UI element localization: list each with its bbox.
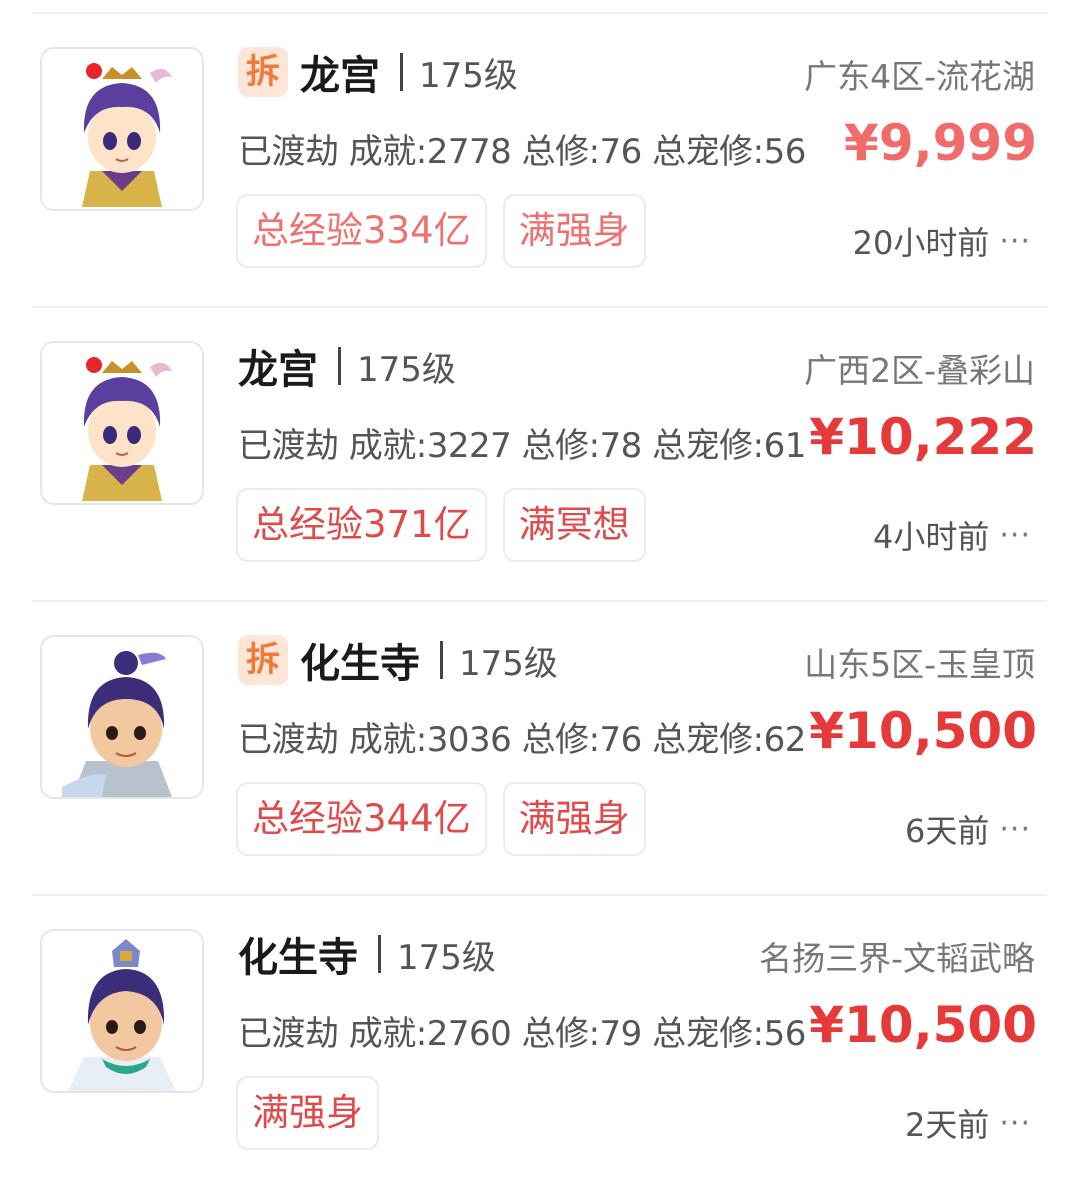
time-row: 4小时前 ···: [873, 512, 1031, 558]
listing-card[interactable]: 龙宫 175级 广西2区-叠彩山 已渡劫 成就:3227 总修:78 总宠修:6…: [0, 294, 1079, 564]
title-row: 龙宫 175级: [238, 336, 456, 396]
price: ¥10,222: [809, 408, 1037, 466]
stats-text: 已渡劫 成就:2778 总修:76 总宠修:56: [238, 132, 806, 172]
character-avatar[interactable]: [40, 341, 204, 505]
school-name: 化生寺: [300, 641, 420, 687]
time-text: 6天前: [905, 812, 990, 850]
character-avatar[interactable]: [40, 929, 204, 1093]
more-icon[interactable]: ···: [999, 518, 1031, 553]
tag: 满强身: [236, 1076, 379, 1150]
time-row: 2天前 ···: [905, 1100, 1031, 1146]
listing-card[interactable]: 化生寺 175级 名扬三界-文韬武略 已渡劫 成就:2760 总修:79 总宠修…: [0, 882, 1079, 1152]
huashengsi-avatar-icon: [42, 931, 202, 1091]
tag: 总经验344亿: [236, 782, 487, 856]
title-separator: [378, 935, 381, 973]
listing-card[interactable]: 拆 龙宫 175级 广东4区-流花湖 已渡劫 成就:2778 总修:76 总宠修…: [0, 0, 1079, 270]
title-row: 拆 龙宫 175级: [238, 42, 518, 102]
level-text: 175级: [459, 643, 558, 684]
time-row: 6天前 ···: [905, 806, 1031, 852]
tag-list: 总经验334亿 满强身: [236, 194, 662, 268]
price: ¥9,999: [844, 114, 1037, 172]
character-avatar[interactable]: [40, 47, 204, 211]
tag: 总经验371亿: [236, 488, 487, 562]
server-name: 山东5区-玉皇顶: [804, 645, 1035, 684]
stats-text: 已渡劫 成就:3036 总修:76 总宠修:62: [238, 720, 806, 760]
tag: 满强身: [502, 194, 646, 268]
time-text: 4小时前: [873, 518, 990, 556]
character-avatar[interactable]: [40, 635, 204, 799]
more-icon[interactable]: ···: [999, 812, 1031, 847]
longgong-avatar-icon: [42, 49, 202, 209]
tag: 总经验334亿: [236, 194, 487, 268]
school-name: 龙宫: [300, 53, 380, 99]
tag-list: 满强身: [236, 1076, 395, 1150]
school-name: 化生寺: [238, 935, 358, 981]
title-row: 化生寺 175级: [238, 924, 496, 984]
listing-card[interactable]: 拆 化生寺 175级 山东5区-玉皇顶 已渡劫 成就:3036 总修:76 总宠…: [0, 588, 1079, 858]
time-row: 20小时前 ···: [853, 218, 1031, 264]
server-name: 广东4区-流花湖: [804, 57, 1035, 96]
price: ¥10,500: [809, 702, 1037, 760]
tag: 满冥想: [502, 488, 646, 562]
time-text: 20小时前: [852, 224, 990, 262]
title-separator: [440, 641, 443, 679]
stats-text: 已渡劫 成就:2760 总修:79 总宠修:56: [238, 1014, 806, 1054]
more-icon[interactable]: ···: [999, 1106, 1031, 1141]
title-row: 拆 化生寺 175级: [238, 630, 558, 690]
tag-list: 总经验371亿 满冥想: [236, 488, 662, 562]
level-text: 175级: [357, 349, 456, 390]
stats-text: 已渡劫 成就:3227 总修:78 总宠修:61: [238, 426, 806, 466]
huashengsi-avatar-icon: [42, 637, 202, 797]
school-name: 龙宫: [238, 347, 318, 393]
tag: 满强身: [502, 782, 646, 856]
more-icon[interactable]: ···: [999, 224, 1031, 259]
title-separator: [400, 53, 403, 91]
chai-badge: 拆: [238, 47, 288, 97]
tag-list: 总经验344亿 满强身: [236, 782, 662, 856]
server-name: 名扬三界-文韬武略: [759, 939, 1035, 978]
chai-badge: 拆: [238, 635, 288, 685]
server-name: 广西2区-叠彩山: [804, 351, 1035, 390]
time-text: 2天前: [905, 1106, 990, 1144]
price: ¥10,500: [809, 996, 1037, 1054]
longgong-avatar-icon: [42, 343, 202, 503]
title-separator: [338, 347, 341, 385]
level-text: 175级: [419, 55, 518, 96]
level-text: 175级: [397, 937, 496, 978]
